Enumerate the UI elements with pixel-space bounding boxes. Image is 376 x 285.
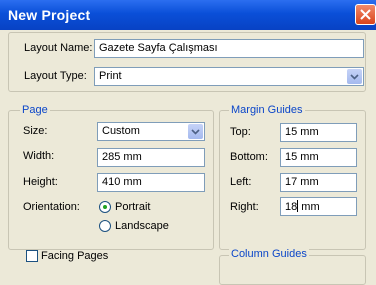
portrait-label[interactable]: Portrait: [115, 201, 150, 213]
width-label: Width:: [23, 150, 55, 162]
right-margin-unit: mm: [298, 201, 320, 213]
landscape-radio[interactable]: [99, 220, 111, 232]
layout-name-input[interactable]: Gazete Sayfa Çalışması: [94, 39, 364, 58]
right-margin-input[interactable]: 18 mm: [280, 197, 357, 216]
column-guides-label: Column Guides: [229, 248, 309, 260]
close-icon: [360, 9, 371, 20]
close-button[interactable]: [355, 4, 376, 25]
top-margin-input[interactable]: 15 mm: [280, 123, 357, 142]
layout-type-label: Layout Type:: [24, 70, 87, 82]
layout-type-dropdown-button[interactable]: [347, 69, 362, 84]
landscape-label[interactable]: Landscape: [115, 220, 169, 232]
portrait-radio[interactable]: [99, 201, 111, 213]
size-select[interactable]: Custom: [97, 122, 205, 141]
page-group-label: Page: [20, 104, 50, 116]
top-label: Top:: [230, 126, 251, 138]
bottom-label: Bottom:: [230, 151, 268, 163]
size-label: Size:: [23, 125, 48, 137]
facing-pages-label[interactable]: Facing Pages: [41, 250, 108, 262]
title-bar: New Project: [0, 0, 376, 30]
height-input[interactable]: 410 mm: [97, 173, 205, 192]
right-margin-value: 18: [285, 201, 298, 213]
layout-type-value: Print: [99, 70, 122, 82]
chevron-down-icon: [191, 129, 200, 135]
layout-name-label: Layout Name:: [24, 42, 93, 54]
right-label: Right:: [230, 201, 259, 213]
radio-selected-dot: [103, 205, 107, 209]
dialog-body: Layout Name: Gazete Sayfa Çalışması Layo…: [0, 30, 376, 285]
size-value: Custom: [102, 125, 140, 137]
bottom-margin-input[interactable]: 15 mm: [280, 148, 357, 167]
margin-guides-label: Margin Guides: [229, 104, 305, 116]
left-margin-input[interactable]: 17 mm: [280, 173, 357, 192]
chevron-down-icon: [350, 74, 359, 80]
layout-type-select[interactable]: Print: [94, 67, 364, 86]
window-title: New Project: [8, 7, 91, 23]
height-label: Height:: [23, 176, 58, 188]
size-dropdown-button[interactable]: [188, 124, 203, 139]
facing-pages-checkbox[interactable]: [26, 250, 38, 262]
left-label: Left:: [230, 176, 252, 188]
width-input[interactable]: 285 mm: [97, 148, 205, 167]
orientation-label: Orientation:: [23, 201, 80, 213]
